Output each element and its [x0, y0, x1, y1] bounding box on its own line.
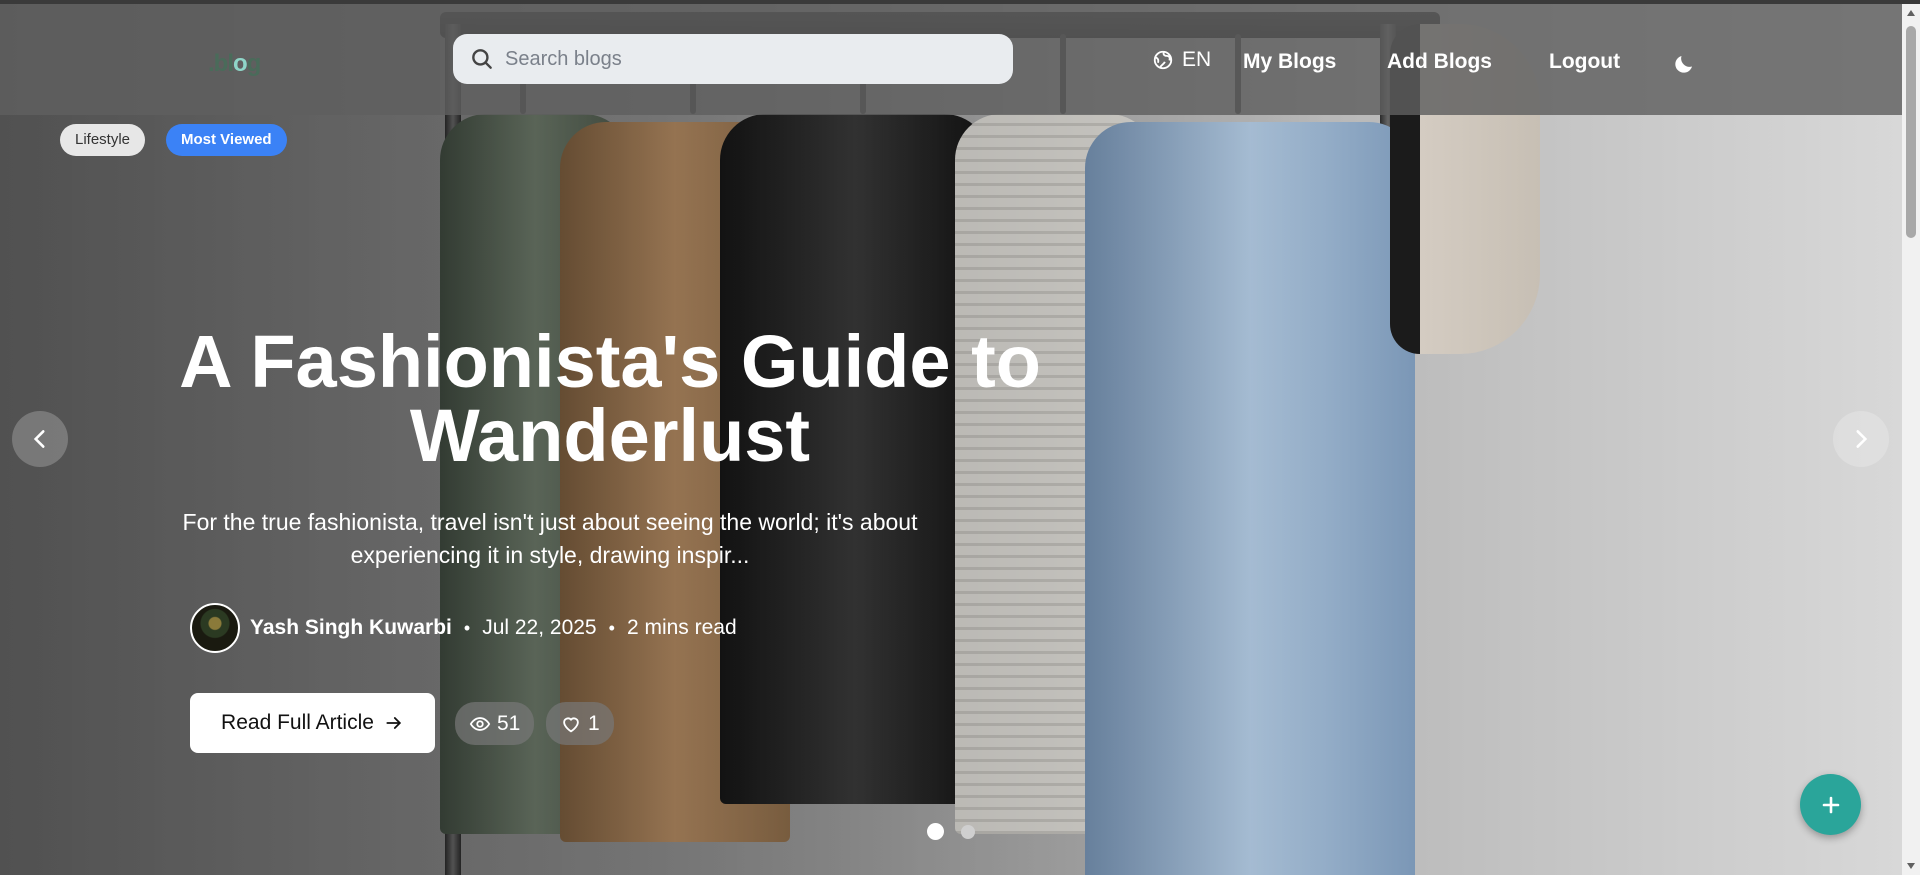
carousel-dot[interactable] [961, 825, 975, 839]
likes-value: 1 [588, 711, 600, 735]
add-post-fab-button[interactable] [1800, 774, 1861, 835]
chevron-right-icon [1856, 430, 1868, 448]
author-avatar[interactable] [190, 603, 240, 653]
read-full-article-label: Read Full Article [221, 711, 374, 734]
nav-add-blogs[interactable]: Add Blogs [1387, 50, 1492, 74]
nav-my-blogs[interactable]: My Blogs [1243, 50, 1336, 74]
heart-icon [563, 716, 579, 732]
language-label: EN [1182, 48, 1212, 71]
page-scrollbar[interactable] [1902, 4, 1920, 875]
meta-separator-dot: • [463, 617, 471, 638]
carousel-dot-active[interactable] [927, 823, 944, 840]
logo-dot: o [233, 50, 248, 77]
nav-logout[interactable]: Logout [1549, 50, 1620, 74]
dark-mode-toggle-icon[interactable] [1672, 52, 1696, 76]
language-switcher[interactable]: EN [1152, 48, 1211, 72]
author-name[interactable]: Yash Singh Kuwarbi [250, 616, 452, 640]
read-full-article-button[interactable]: Read Full Article [190, 693, 435, 753]
post-title: A Fashionista's Guide to Wanderlust [179, 320, 1041, 477]
like-button[interactable]: 1 [546, 702, 614, 745]
post-excerpt: For the true fashionista, travel isn't j… [182, 509, 918, 568]
carousel-next-button[interactable] [1833, 411, 1889, 467]
views-count: 51 [455, 702, 535, 745]
top-navbar: .blog EN My Blogs Add Blogs Logout [0, 4, 1902, 115]
carousel-prev-button[interactable] [12, 411, 68, 467]
logo-text-start: .bl [208, 50, 234, 77]
window-top-border [0, 0, 1920, 4]
scrollbar-thumb[interactable] [1906, 26, 1916, 238]
scroll-up-arrow-icon[interactable] [1902, 4, 1920, 22]
logo-text-end: g [246, 50, 262, 77]
scroll-down-arrow-icon[interactable] [1902, 857, 1920, 875]
search-bar [453, 34, 1013, 84]
eye-icon [469, 716, 491, 731]
read-time: 2 mins read [626, 616, 737, 639]
category-tag-lifestyle[interactable]: Lifestyle [60, 124, 146, 156]
site-logo[interactable]: .blog [208, 50, 262, 78]
chevron-left-icon [33, 430, 45, 448]
arrow-right-icon [386, 717, 401, 729]
search-input[interactable] [505, 47, 985, 71]
post-date: Jul 22, 2025 [482, 616, 597, 639]
badge-most-viewed: Most Viewed [166, 124, 287, 156]
plus-icon [1822, 796, 1839, 813]
views-value: 51 [497, 711, 521, 735]
post-meta: Yash Singh Kuwarbi • Jul 22, 2025 • 2 mi… [190, 603, 737, 653]
meta-separator-dot: • [608, 617, 615, 638]
search-icon [472, 49, 492, 69]
globe-icon [1153, 50, 1173, 70]
